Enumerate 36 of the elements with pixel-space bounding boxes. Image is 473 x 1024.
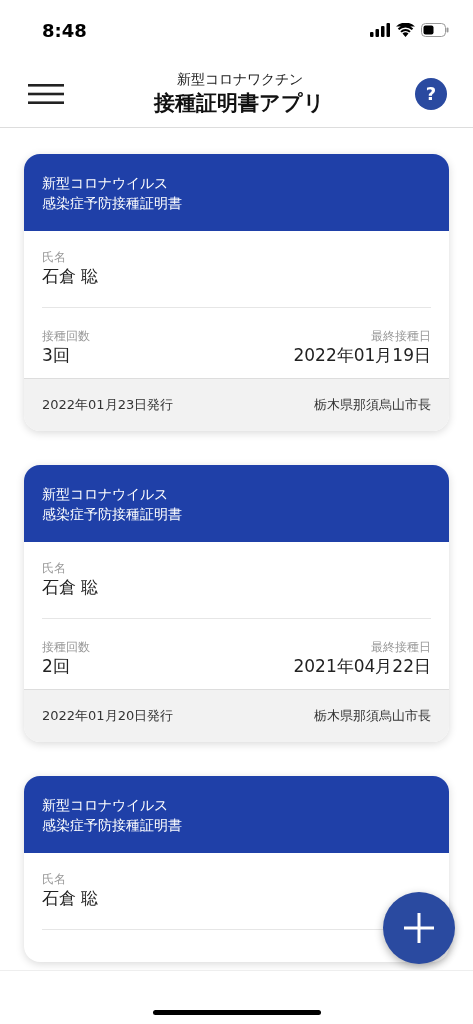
issue-date: 2022年01月20日発行 [42, 707, 174, 725]
card-title: 感染症予防接種証明書 [42, 193, 183, 213]
certificate-card[interactable]: 新型コロナウイルス 感染症予防接種証明書 氏名 石倉 聡 接種回数 3回 最終接種日 2022年01月19日 2022年01月23日発行 栃木県那須烏山市長 [24, 154, 449, 431]
status-time: 8:48 [42, 19, 87, 41]
card-title: 新型コロナウイルス [42, 795, 169, 815]
field-value: 2022年01月19日 [293, 344, 431, 366]
card-title: 感染症予防接種証明書 [42, 815, 183, 835]
field-label: 最終接種日 [371, 639, 431, 655]
field-label: 氏名 [42, 249, 67, 265]
issuer: 栃木県那須烏山市長 [314, 707, 431, 725]
help-button[interactable]: ? [415, 77, 447, 110]
field-value: 3回 [42, 344, 71, 366]
field-label: 氏名 [42, 871, 67, 887]
field-label: 最終接種日 [371, 328, 431, 344]
certificate-card[interactable]: 新型コロナウイルス 感染症予防接種証明書 氏名 石倉 聡 [24, 776, 449, 962]
field-label: 氏名 [42, 560, 67, 576]
wifi-icon [396, 23, 415, 37]
issuer: 栃木県那須烏山市長 [314, 396, 431, 414]
app-subtitle: 新型コロナワクチン [176, 70, 303, 89]
issue-date: 2022年01月23日発行 [42, 396, 174, 414]
battery-icon [421, 23, 449, 37]
field-value: 石倉 聡 [42, 576, 100, 598]
menu-button[interactable] [28, 83, 64, 104]
field-label: 接種回数 [42, 639, 90, 655]
certificate-card[interactable]: 新型コロナウイルス 感染症予防接種証明書 氏名 石倉 聡 接種回数 2回 最終接種日 2021年04月22日 2022年01月20日発行 栃木県那須烏山市長 [24, 465, 449, 742]
card-title: 新型コロナウイルス [42, 173, 169, 193]
signal-icon [370, 23, 390, 37]
plus-icon [404, 913, 434, 943]
card-title: 感染症予防接種証明書 [42, 504, 183, 524]
field-value: 2回 [42, 655, 71, 677]
field-value: 2021年04月22日 [293, 655, 431, 677]
field-value: 石倉 聡 [42, 265, 100, 287]
field-value: 石倉 聡 [42, 887, 100, 909]
card-title: 新型コロナウイルス [42, 484, 169, 504]
app-title: 接種証明書アプリ [154, 89, 325, 117]
field-label: 接種回数 [42, 328, 90, 344]
